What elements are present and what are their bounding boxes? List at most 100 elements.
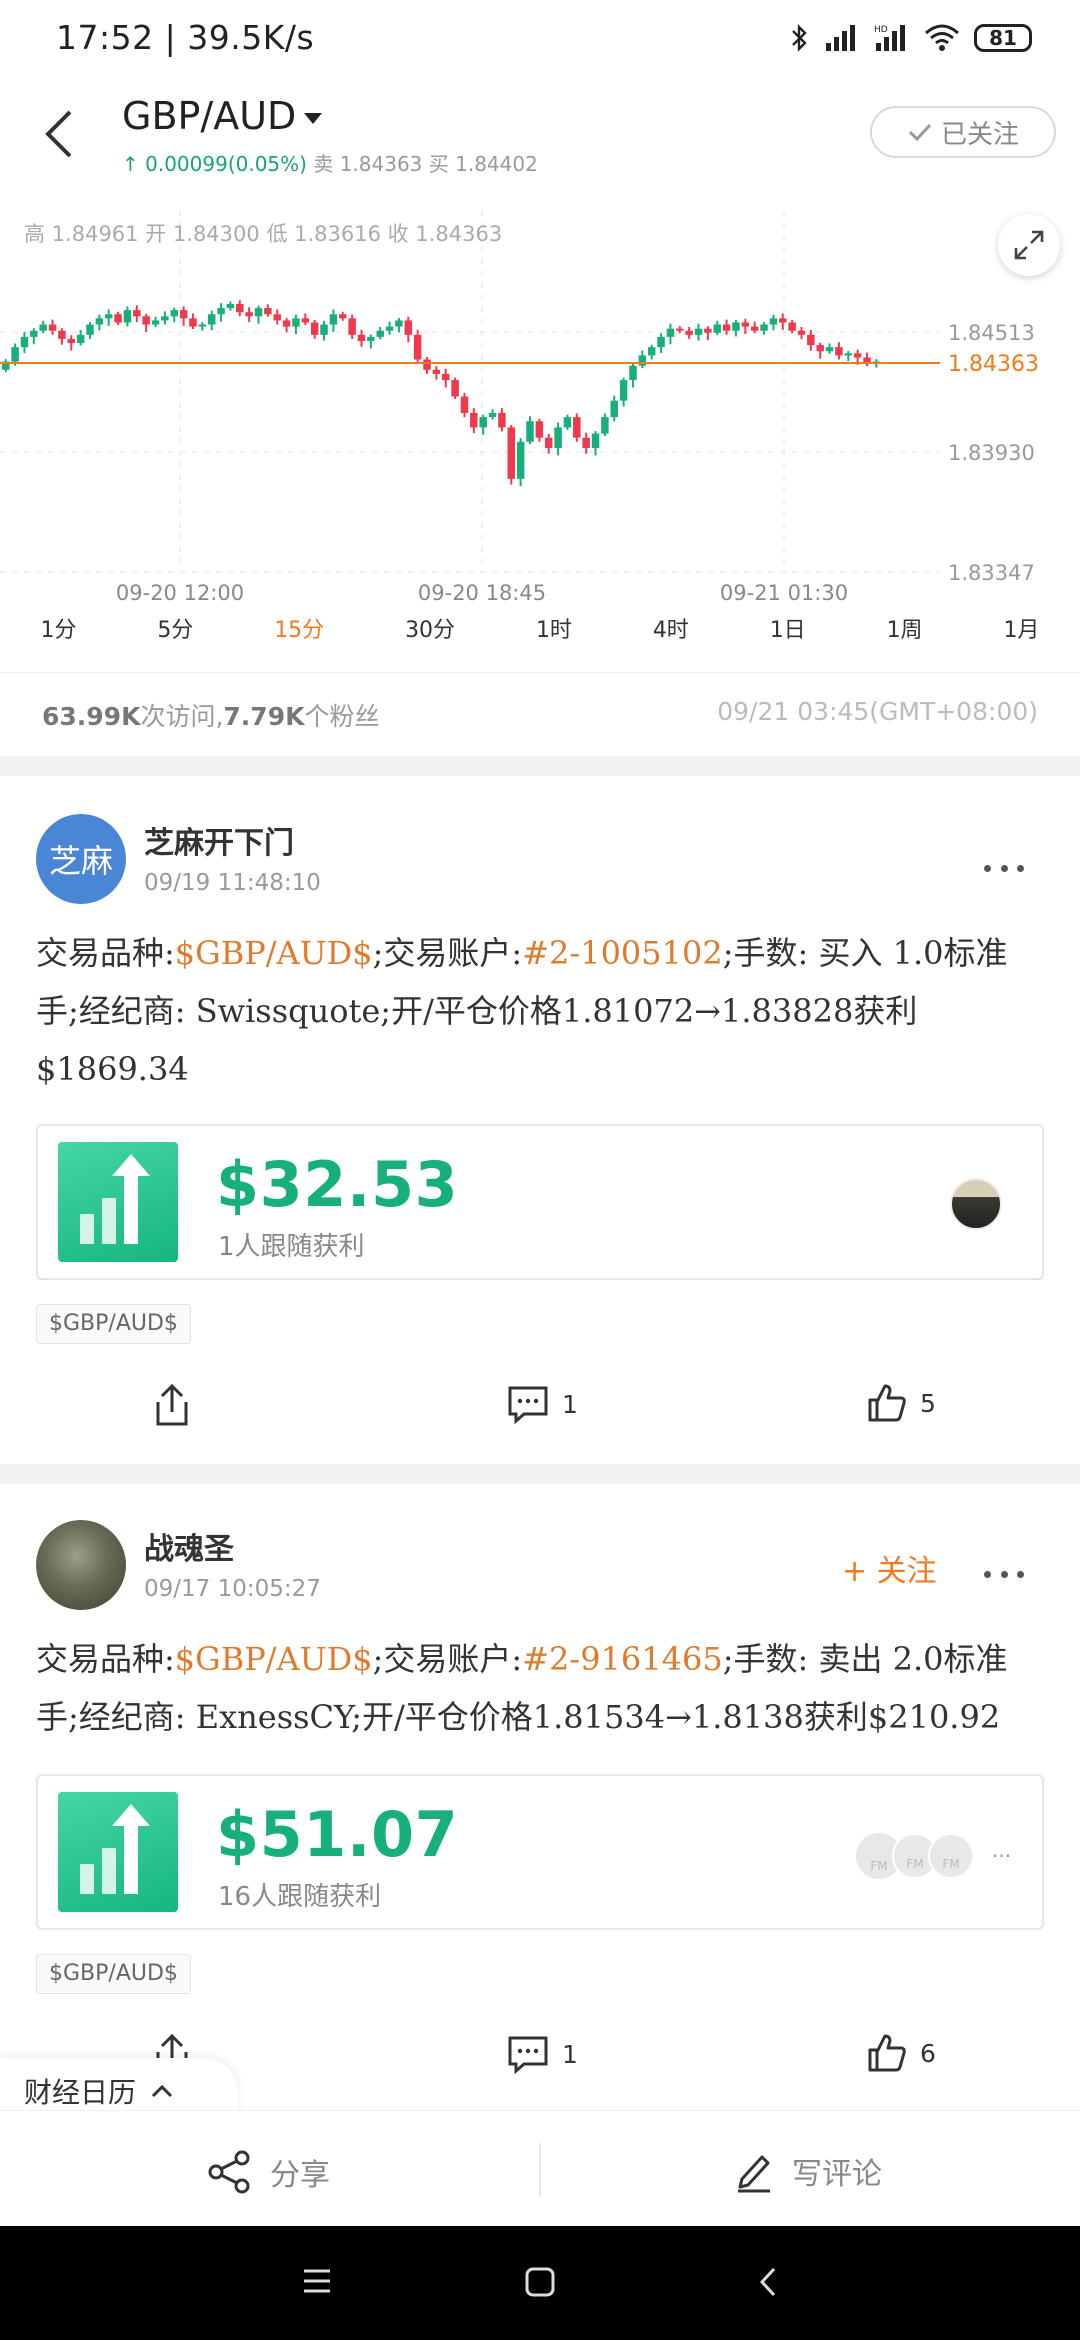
more-icon[interactable] xyxy=(984,858,1024,878)
candle-body xyxy=(544,437,553,448)
candle-body xyxy=(413,334,422,360)
candle-body xyxy=(853,353,862,358)
candle-body xyxy=(676,328,684,331)
account-link[interactable]: #2-9161465 xyxy=(522,1640,723,1678)
candle-body xyxy=(292,318,300,327)
candle-body xyxy=(657,336,665,348)
quote-line: ↑ 0.00099(0.05%) 卖 1.84363 买 1.84402 xyxy=(122,152,538,176)
symbol-tag[interactable]: $GBP/AUD$ xyxy=(36,1304,191,1344)
section-divider xyxy=(0,756,1080,776)
candle-body xyxy=(835,347,843,356)
candle-body xyxy=(236,303,244,313)
candle-body xyxy=(133,310,141,317)
candle-body xyxy=(807,334,815,346)
x-tick-label: 09-21 01:30 xyxy=(720,581,848,605)
follower-avatars[interactable]: FM FM FM ··· xyxy=(856,1828,1016,1884)
candle-body xyxy=(732,322,740,331)
battery-icon: 81 xyxy=(974,24,1032,52)
post-text[interactable]: 交易品种:$GBP/AUD$;交易账户:#2-9161465;手数: 卖出 2.… xyxy=(36,1630,1046,1746)
tab-6[interactable]: 1日 xyxy=(770,612,806,662)
write-comment-button[interactable]: 写评论 xyxy=(734,2149,882,2193)
tab-2[interactable]: 15分 xyxy=(274,612,324,662)
back-arrow-icon[interactable] xyxy=(40,104,80,164)
wifi-icon xyxy=(925,24,959,51)
system-nav-bar xyxy=(0,2226,1080,2340)
candle-body xyxy=(217,308,225,315)
candle-body xyxy=(760,324,768,331)
symbol-link[interactable]: $GBP/AUD$ xyxy=(175,1640,373,1678)
followed-button[interactable]: 已关注 xyxy=(870,106,1056,158)
y-tick-label: 1.83930 xyxy=(948,441,1035,465)
candle-body xyxy=(591,433,600,448)
tab-8[interactable]: 1月 xyxy=(1003,612,1039,662)
like-button[interactable]: 6 xyxy=(866,2032,936,2074)
share-button[interactable] xyxy=(152,1382,192,1428)
username[interactable]: 芝麻开下门 xyxy=(144,818,294,862)
candle-body xyxy=(282,320,291,327)
tab-4[interactable]: 1时 xyxy=(536,612,572,662)
profit-card[interactable]: $51.07 16人跟随获利 FM FM FM ··· xyxy=(36,1774,1044,1930)
candle-body xyxy=(470,412,478,428)
post-time: 09/19 11:48:10 xyxy=(144,870,321,896)
menu-icon[interactable] xyxy=(302,2268,332,2294)
candle-body xyxy=(788,322,796,331)
candle-body xyxy=(601,417,609,434)
candlestick-chart[interactable]: 1.84513 1.83930 1.83347 09-20 12:00 09-20 18… xyxy=(0,200,1080,610)
candle-body xyxy=(123,310,132,323)
current-price-label: 1.84363 xyxy=(948,352,1039,377)
follower-avatar[interactable] xyxy=(950,1178,1002,1230)
candle-body xyxy=(404,320,413,335)
tab-7[interactable]: 1周 xyxy=(887,612,923,662)
profit-amount: $51.07 xyxy=(216,1798,459,1871)
status-time: 17:52 | 39.5K/s xyxy=(56,18,315,57)
candle-body xyxy=(629,365,637,381)
symbol-link[interactable]: $GBP/AUD$ xyxy=(175,934,373,972)
more-icon[interactable] xyxy=(984,1564,1024,1584)
expand-chart-button[interactable] xyxy=(998,214,1060,276)
candle-body xyxy=(179,310,188,319)
account-link[interactable]: #2-1005102 xyxy=(522,934,723,972)
candle-body xyxy=(779,318,787,323)
share-page-button[interactable]: 分享 xyxy=(206,2149,330,2195)
profit-card[interactable]: $32.53 1人跟随获利 xyxy=(36,1124,1044,1280)
header: GBP/AUD ↑ 0.00099(0.05%) 卖 1.84363 买 1.8… xyxy=(0,76,1080,200)
y-tick-label: 1.84513 xyxy=(948,321,1035,345)
candle-body xyxy=(226,303,235,309)
username[interactable]: 战魂圣 xyxy=(144,1524,234,1568)
chevron-up-icon xyxy=(151,2084,173,2098)
candle-body xyxy=(376,330,384,337)
candle-body xyxy=(58,330,66,339)
tab-1[interactable]: 5分 xyxy=(157,612,193,662)
candle-body xyxy=(30,330,38,337)
tab-5[interactable]: 4时 xyxy=(653,612,689,662)
like-icon xyxy=(868,1384,906,1422)
tab-0[interactable]: 1分 xyxy=(40,612,76,662)
comment-button[interactable]: 1 xyxy=(506,2034,578,2074)
avatar[interactable]: 芝麻 xyxy=(36,814,126,904)
timeframe-tabs: 1分 5分 15分 30分 1时 4时 1日 1周 1月 xyxy=(0,612,1080,662)
price-change: ↑ 0.00099(0.05%) xyxy=(122,152,307,176)
avatar[interactable] xyxy=(36,1520,126,1610)
visits-fans: 63.99K次访问,7.79K个粉丝 xyxy=(42,702,380,731)
post-text[interactable]: 交易品种:$GBP/AUD$;交易账户:#2-1005102;手数: 买入 1.… xyxy=(36,924,1046,1098)
candle-body xyxy=(722,324,731,331)
follow-button[interactable]: + 关注 xyxy=(842,1546,937,1590)
back-nav-icon[interactable] xyxy=(758,2266,778,2298)
candle-body xyxy=(114,314,122,323)
comment-button[interactable]: 1 xyxy=(506,1384,578,1424)
price-chart[interactable]: 1.84513 1.83930 1.83347 09-20 12:00 09-20 18… xyxy=(0,200,1080,610)
candle-body xyxy=(329,314,338,325)
home-icon[interactable] xyxy=(524,2266,556,2298)
signal-hd-icon: HD xyxy=(874,25,905,51)
symbol-title[interactable]: GBP/AUD xyxy=(122,94,323,138)
symbol-tag[interactable]: $GBP/AUD$ xyxy=(36,1954,191,1994)
candle-body xyxy=(142,316,150,325)
candle-body xyxy=(207,314,216,325)
like-button[interactable]: 5 xyxy=(866,1382,936,1424)
candle-body xyxy=(423,359,431,370)
profit-amount: $32.53 xyxy=(216,1148,459,1221)
tab-3[interactable]: 30分 xyxy=(405,612,455,662)
candle-body xyxy=(264,308,272,315)
candle-body xyxy=(638,355,647,366)
candle-body xyxy=(310,322,319,335)
